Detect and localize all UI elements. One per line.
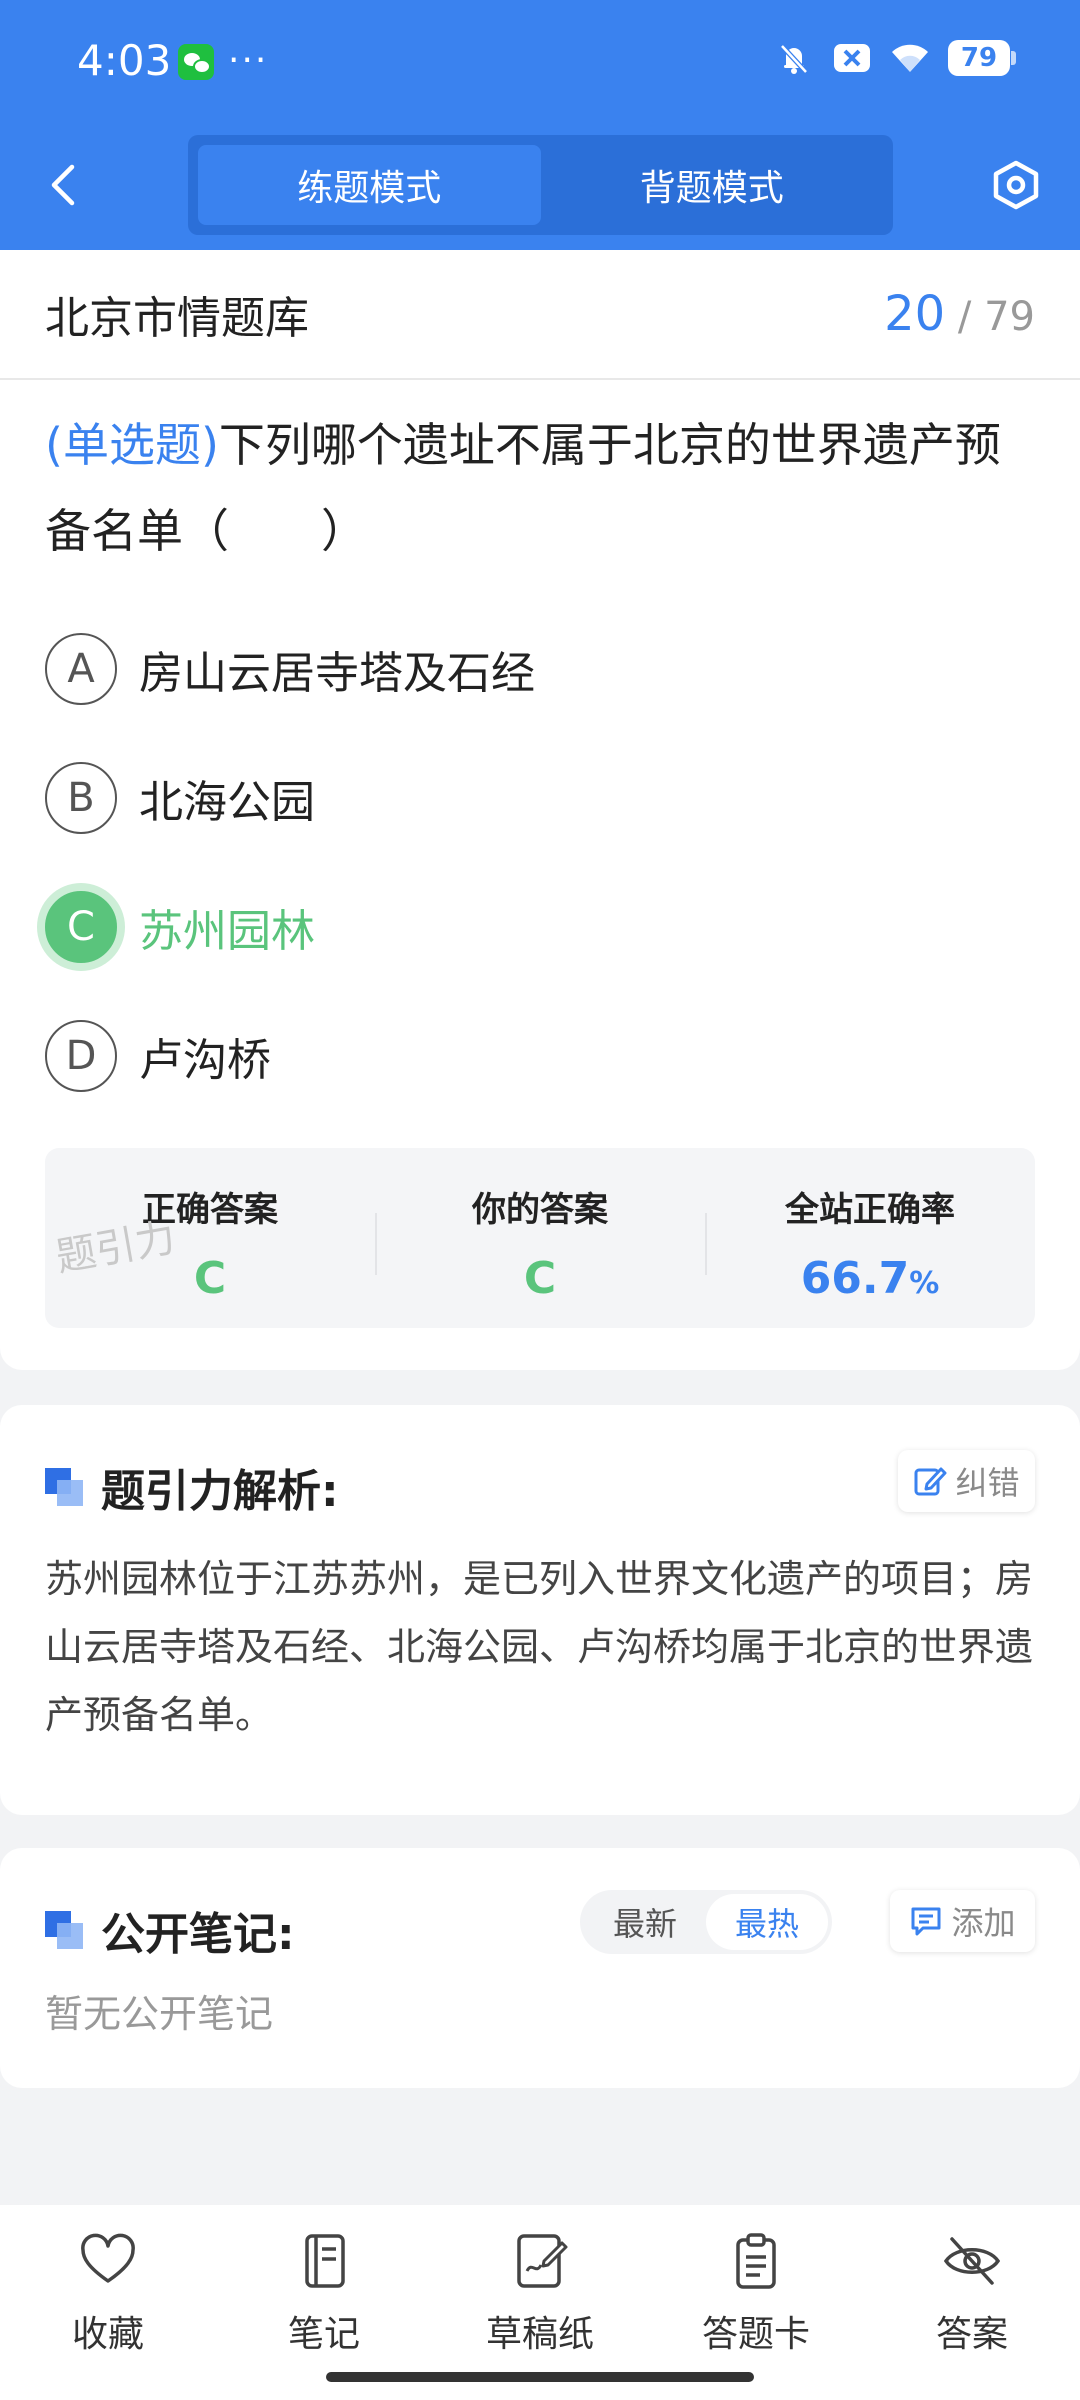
favorite-button[interactable]: 收藏 <box>0 2205 216 2400</box>
answer-sheet-button[interactable]: 答题卡 <box>648 2205 864 2400</box>
bottom-toolbar: 收藏 笔记 草稿纸 答题卡 答案 <box>0 2205 1080 2400</box>
clipboard-icon <box>736 2233 776 2289</box>
bottom-label: 草稿纸 <box>485 2314 594 2355</box>
option-letter: C <box>45 890 117 963</box>
report-error-button[interactable]: 纠错 <box>898 1450 1035 1512</box>
option-text: 北海公园 <box>139 776 315 828</box>
settings-hexagon-icon[interactable] <box>990 155 1042 215</box>
answer-stats: 正确答案 C 你的答案 C 全站正确率 66.7% <box>45 1148 1035 1328</box>
option-text: 房山云居寺塔及石经 <box>139 647 535 699</box>
question-stem: (单选题)下列哪个遗址不属于北京的世界遗产预备名单（ ） <box>0 380 1080 574</box>
bottom-label: 答题卡 <box>701 2314 810 2355</box>
section-squares-icon <box>45 1911 83 1949</box>
show-answer-button[interactable]: 答案 <box>864 2205 1080 2400</box>
app-header: 4:03 ··· 79 练题模式 背题模式 <box>0 0 1080 250</box>
home-indicator[interactable] <box>326 2372 754 2382</box>
stat-value: C <box>193 1253 227 1304</box>
stat-label: 你的答案 <box>472 1190 608 1230</box>
tab-memorize-mode[interactable]: 背题模式 <box>541 145 884 225</box>
option-b[interactable]: B 北海公园 <box>0 733 1080 862</box>
notes-sort-toggle: 最新 最热 <box>580 1890 832 1954</box>
empty-notes-text: 暂无公开笔记 <box>45 1992 274 2036</box>
stat-label: 全站正确率 <box>785 1190 955 1230</box>
analysis-card: 题引力解析: 纠错 苏州园林位于江苏苏州，是已列入世界文化遗产的项目；房山云居寺… <box>0 1405 1080 1815</box>
status-icons: 79 <box>774 38 1016 78</box>
question-type: (单选题) <box>45 418 219 472</box>
stat-value: 66.7% <box>801 1253 940 1304</box>
draft-icon <box>517 2234 568 2288</box>
status-time: 4:03 <box>77 36 172 85</box>
option-text: 苏州园林 <box>139 905 315 957</box>
more-notifications-icon: ··· <box>228 40 269 81</box>
wechat-notification-icon <box>178 44 214 80</box>
question-bank-title: 北京市情题库 <box>45 293 309 344</box>
analysis-text: 苏州园林位于江苏苏州，是已列入世界文化遗产的项目；房山云居寺塔及石经、北海公园、… <box>45 1557 1034 1737</box>
question-card: 北京市情题库 20 / 79 (单选题)下列哪个遗址不属于北京的世界遗产预备名单… <box>0 250 1080 1370</box>
bottom-label: 笔记 <box>287 2314 360 2355</box>
question-progress: 20 / 79 <box>884 286 1035 342</box>
options-list: A 房山云居寺塔及石经 B 北海公园 C 苏州园林 D 卢沟桥 <box>0 604 1080 1120</box>
bank-row: 北京市情题库 20 / 79 <box>0 250 1080 380</box>
current-question-number: 20 <box>884 286 946 342</box>
back-arrow-icon[interactable] <box>40 155 90 215</box>
tab-practice-mode[interactable]: 练题模式 <box>198 145 541 225</box>
total-question-count: 79 <box>984 294 1035 340</box>
analysis-header: 题引力解析: <box>45 1455 339 1519</box>
battery-icon: 79 <box>948 40 1016 76</box>
blocked-notification-icon <box>834 44 870 72</box>
notes-title: 公开笔记: <box>101 1909 295 1960</box>
option-letter: D <box>45 1019 117 1092</box>
add-note-button[interactable]: 添加 <box>890 1890 1035 1952</box>
heart-icon <box>81 2233 135 2283</box>
progress-separator: / <box>957 294 972 340</box>
analysis-title: 题引力解析: <box>101 1466 339 1517</box>
draft-button[interactable]: 草稿纸 <box>432 2205 648 2400</box>
mode-switch: 练题模式 背题模式 <box>188 135 893 235</box>
comment-icon <box>911 1907 941 1936</box>
stat-correct-rate: 全站正确率 66.7% <box>705 1148 1035 1328</box>
rate-number: 66.7 <box>800 1253 910 1304</box>
bottom-label: 收藏 <box>71 2314 144 2355</box>
add-note-label: 添加 <box>951 1904 1016 1942</box>
stat-value: C <box>523 1253 557 1304</box>
option-letter: A <box>45 632 117 705</box>
option-d[interactable]: D 卢沟桥 <box>0 991 1080 1120</box>
option-a[interactable]: A 房山云居寺塔及石经 <box>0 604 1080 733</box>
wifi-icon <box>892 44 928 72</box>
notes-header: 公开笔记: <box>45 1898 295 1962</box>
notebook-icon <box>305 2234 345 2288</box>
report-error-label: 纠错 <box>955 1464 1020 1502</box>
stat-your-answer: 你的答案 C <box>375 1148 705 1328</box>
option-text: 卢沟桥 <box>139 1034 271 1086</box>
sort-latest[interactable]: 最新 <box>584 1894 706 1950</box>
notes-card: 公开笔记: 最新 最热 添加 暂无公开笔记 <box>0 1848 1080 2088</box>
notes-button[interactable]: 笔记 <box>216 2205 432 2400</box>
mute-bell-icon <box>780 44 808 74</box>
eye-off-icon <box>943 2237 1001 2285</box>
section-squares-icon <box>45 1468 83 1506</box>
rate-unit: % <box>909 1266 940 1301</box>
option-letter: B <box>45 761 117 834</box>
status-bar: 4:03 ··· 79 <box>0 0 1080 125</box>
edit-icon <box>914 1467 947 1496</box>
option-c[interactable]: C 苏州园林 <box>0 862 1080 991</box>
bottom-label: 答案 <box>935 2314 1008 2355</box>
sort-hot[interactable]: 最热 <box>706 1894 828 1950</box>
